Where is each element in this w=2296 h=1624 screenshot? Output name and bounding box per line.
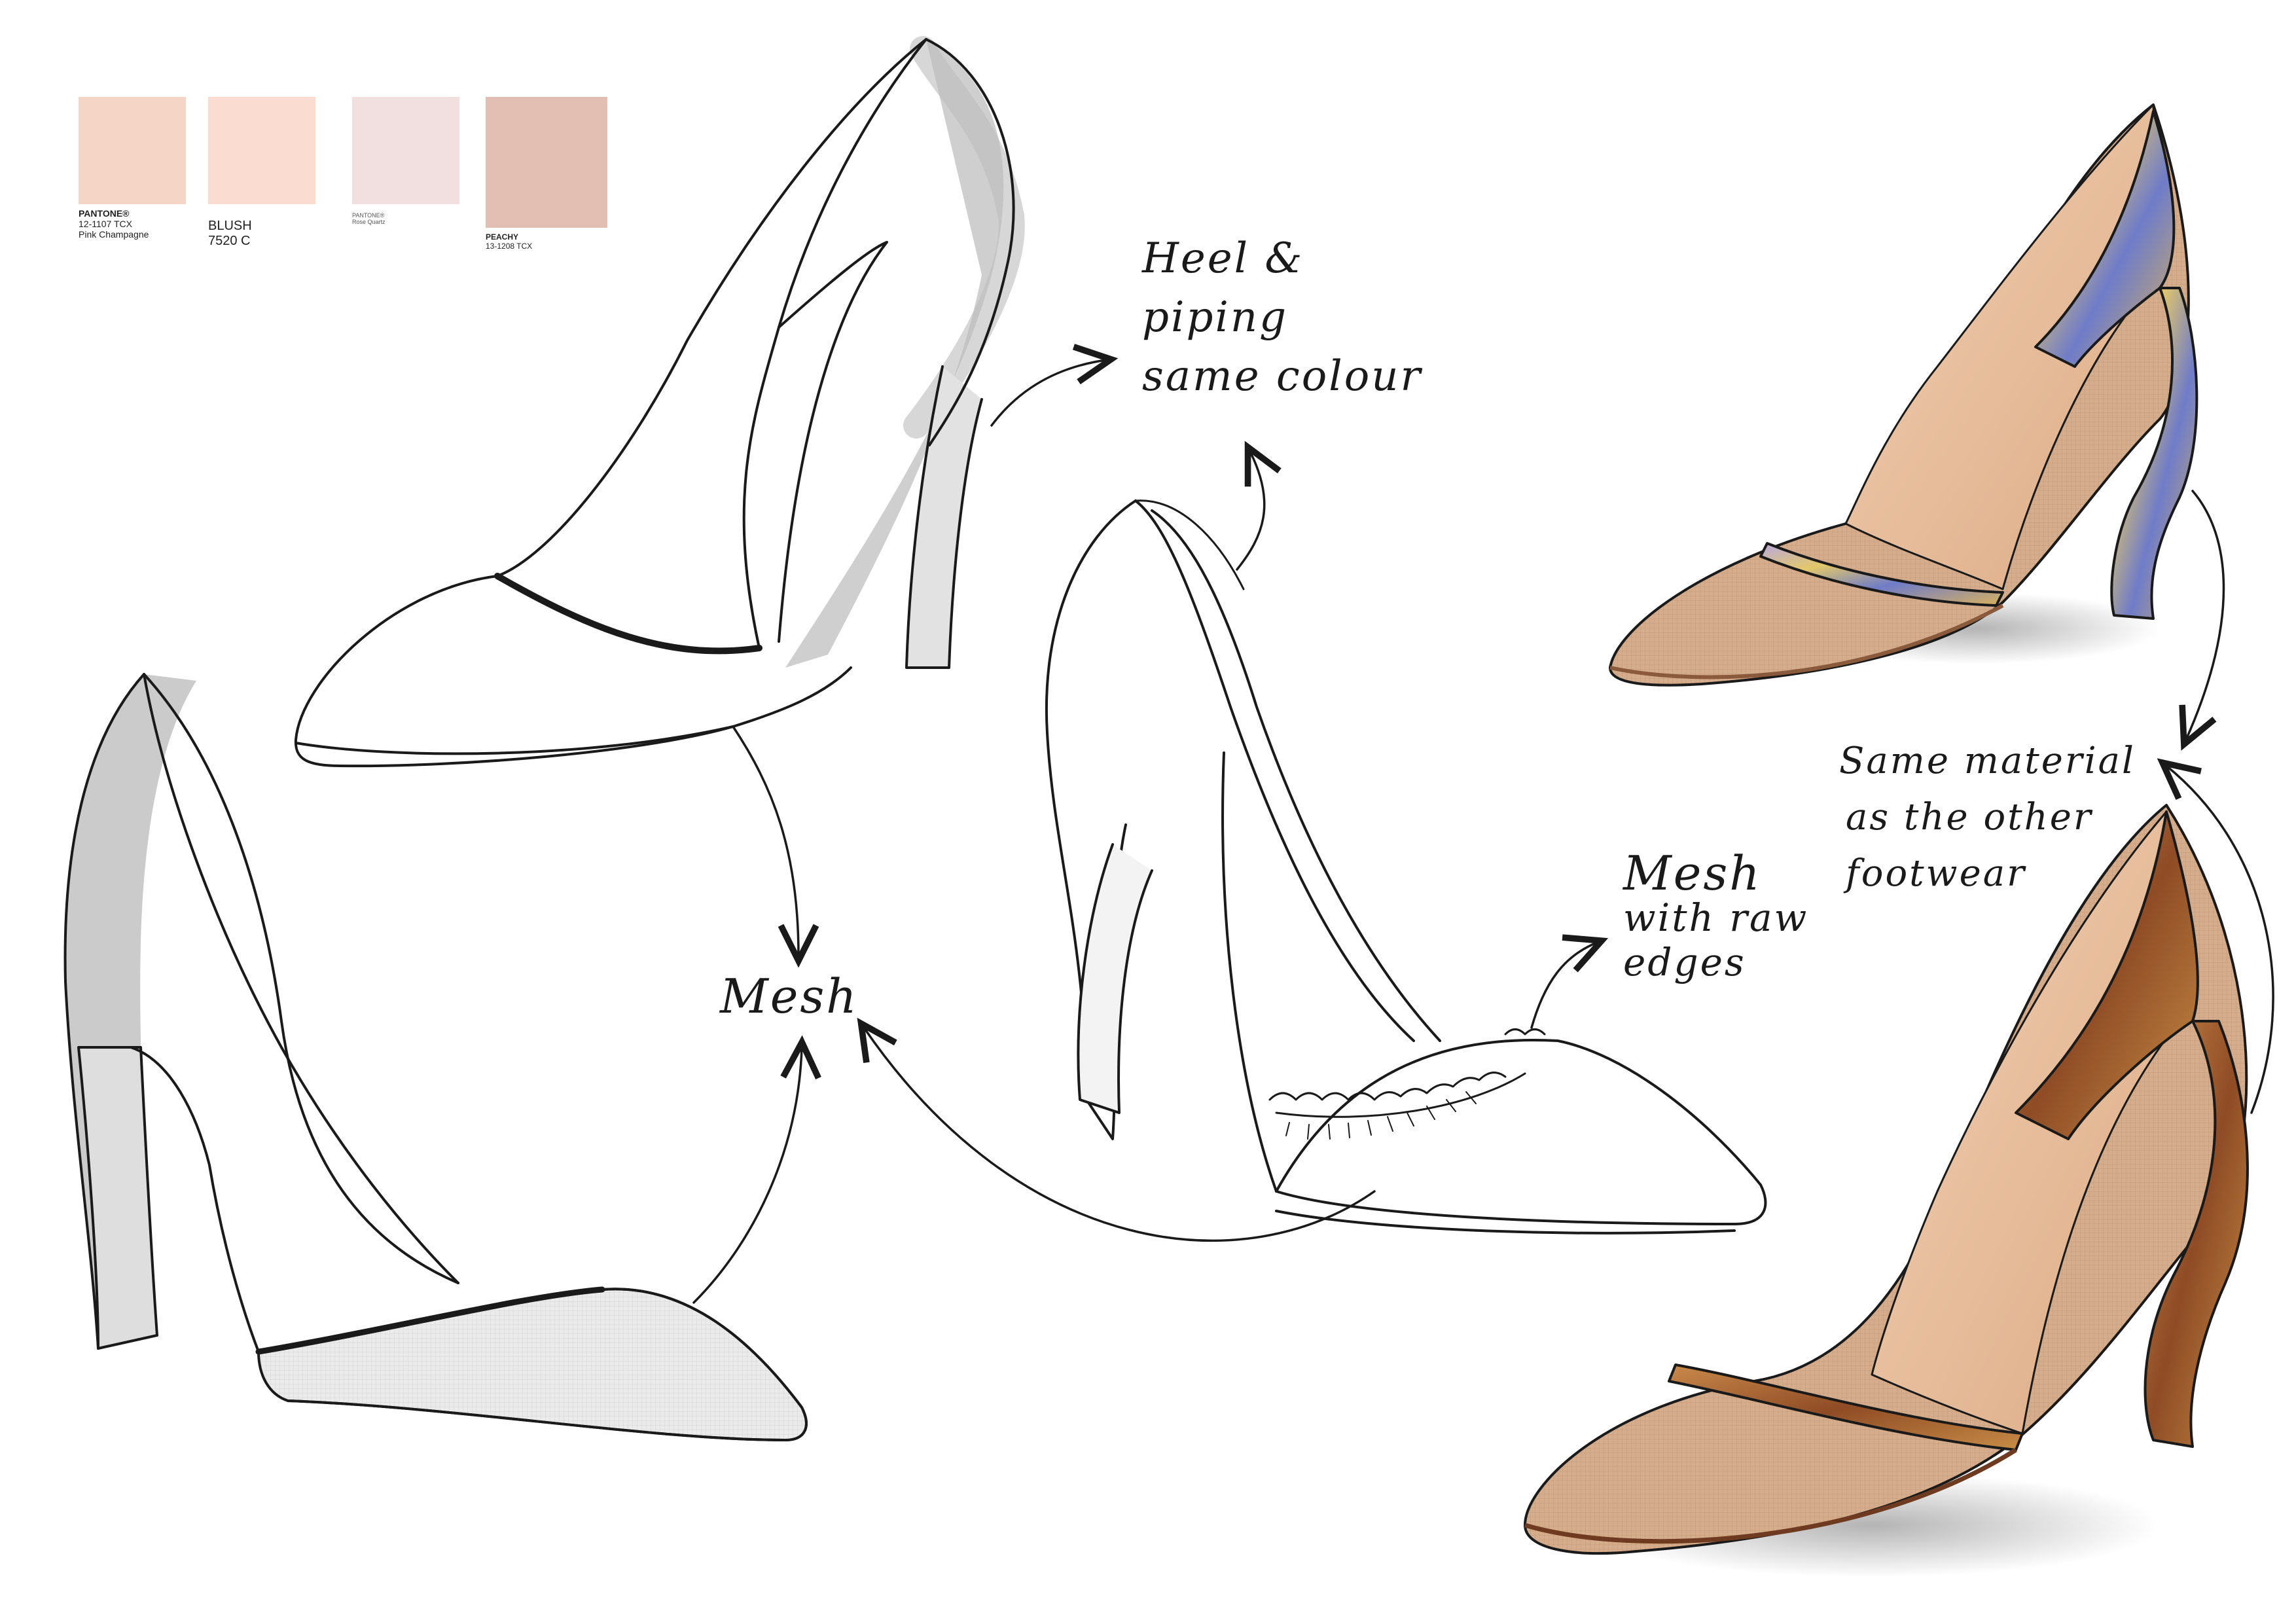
render-pump-holo <box>1609 103 2198 687</box>
arrow-curved-icon <box>2179 490 2225 751</box>
note-mesh-raw-edges: Mesh with raw edges <box>1623 846 1809 984</box>
note-line: as the other <box>1846 796 2093 839</box>
note-line: Mesh <box>720 969 859 1024</box>
swatch-blush: BLUSH 7520 C <box>208 97 315 249</box>
note-line: footwear <box>1846 852 2026 895</box>
note-same-material: Same material as the other footwear <box>1839 733 2136 902</box>
arrow-curved-icon <box>1236 441 1282 571</box>
swatch-rose-quartz: PANTONE® Rose Quartz <box>352 97 459 226</box>
arrow-curved-icon <box>990 344 1119 427</box>
sketch-pump-mesh-toe <box>63 673 808 1441</box>
swatch-chip <box>352 97 459 204</box>
note-mesh: Mesh <box>720 969 859 1024</box>
arrow-curved-icon <box>692 1035 821 1304</box>
note-line: Mesh <box>1623 846 1762 901</box>
heel <box>1077 843 1153 1114</box>
swatch-chip <box>486 97 607 228</box>
swatch-code: 13-1208 TCX <box>486 241 533 251</box>
note-line: Same material <box>1839 740 2136 782</box>
arrow-curved-icon <box>1530 934 1609 1029</box>
note-line: edges <box>1623 940 1746 984</box>
swatch-name: Pink Champagne <box>79 229 149 240</box>
note-heel-piping: Heel & piping same colour <box>1142 229 1422 406</box>
note-line: piping <box>1142 293 1289 342</box>
mesh-toe <box>257 1288 808 1441</box>
swatch-name: BLUSH <box>208 219 252 233</box>
swatch-pink-champagne: PANTONE® 12-1107 TCX Pink Champagne <box>79 97 186 240</box>
swatch-name: PEACHY <box>486 232 519 242</box>
swatch-chip <box>208 97 315 204</box>
swatch-brand: PANTONE® <box>352 212 385 219</box>
note-line: with raw <box>1623 895 1809 940</box>
swatch-brand: PANTONE® <box>79 208 130 219</box>
swatch-code: 7520 C <box>208 234 251 248</box>
note-line: same colour <box>1142 352 1423 401</box>
swatch-peachy: PEACHY 13-1208 TCX <box>486 97 607 251</box>
swatch-name: Rose Quartz <box>352 219 386 226</box>
note-line: Heel & <box>1142 234 1304 283</box>
arrow-curved-icon <box>732 725 819 968</box>
swatch-code: 12-1107 TCX <box>79 219 132 230</box>
swatch-chip <box>79 97 186 204</box>
